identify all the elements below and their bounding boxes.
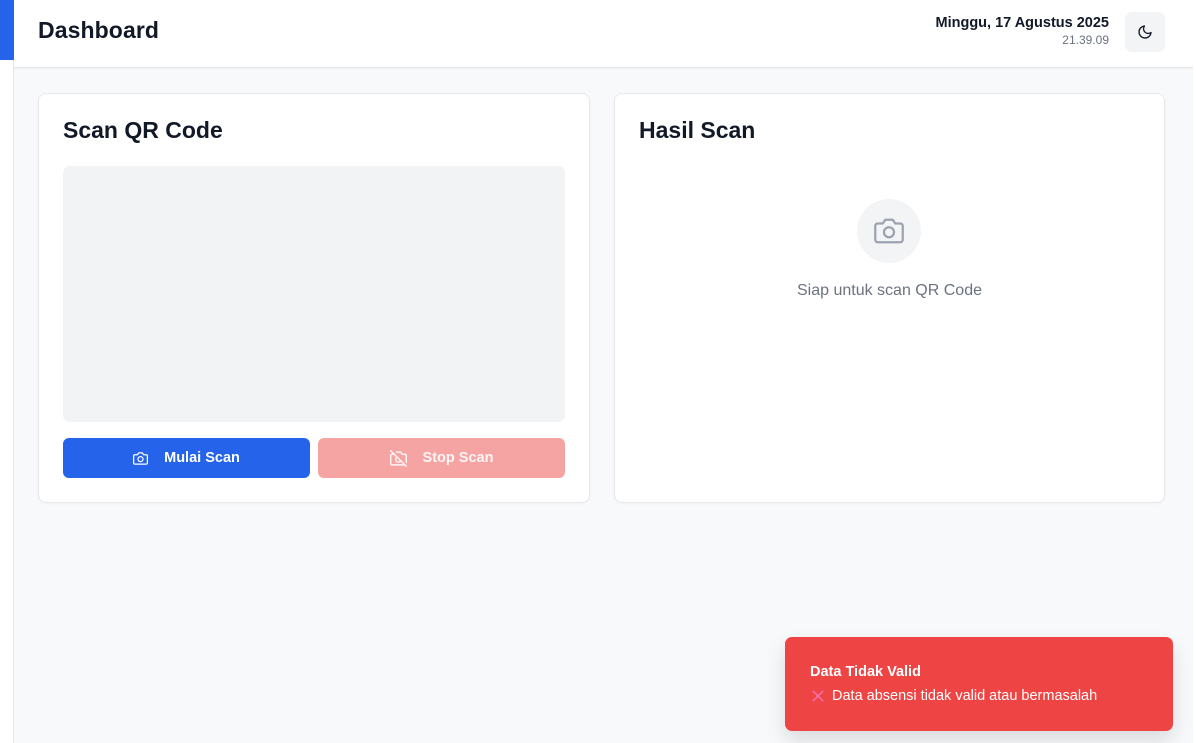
stop-scan-button[interactable]: Stop Scan [318,438,565,478]
stop-scan-label: Stop Scan [422,450,494,466]
moon-icon [1137,24,1153,40]
sidebar-collapsed [0,0,14,743]
page-title: Dashboard [38,17,160,43]
error-toast[interactable]: Data Tidak Valid Data absensi tidak vali… [785,637,1173,731]
start-scan-button[interactable]: Mulai Scan [63,438,310,478]
datetime-display: Minggu, 17 Agustus 2025 21.39.09 [936,15,1110,47]
theme-toggle-button[interactable] [1125,12,1165,52]
x-icon [810,688,826,704]
empty-state-message: Siap untuk scan QR Code [797,282,982,299]
scan-card-title: Scan QR Code [63,117,223,143]
result-card-title: Hasil Scan [639,117,756,143]
empty-state-icon-wrapper [857,199,921,263]
camera-icon [874,216,904,246]
main-content: Dashboard Minggu, 17 Agustus 2025 21.39.… [14,0,1193,743]
camera-off-icon [389,449,407,467]
sidebar-accent [0,0,14,60]
app-root: Dashboard Minggu, 17 Agustus 2025 21.39.… [0,0,1196,743]
scan-qr-card: Scan QR Code Mulai Scan Stop Scan [38,93,590,503]
toast-message-row: Data absensi tidak valid atau bermasalah [810,688,1097,704]
current-date: Minggu, 17 Agustus 2025 [935,15,1110,31]
toast-title: Data Tidak Valid [810,664,921,680]
toast-message: Data absensi tidak valid atau bermasalah [832,688,1098,704]
camera-icon [133,451,149,466]
scan-result-card: Hasil Scan Siap untuk scan QR Code [614,93,1165,503]
top-bar: Dashboard Minggu, 17 Agustus 2025 21.39.… [14,0,1193,68]
start-scan-label: Mulai Scan [164,450,240,466]
qr-scanner-viewport [63,166,565,422]
current-time: 21.39.09 [1062,33,1109,47]
